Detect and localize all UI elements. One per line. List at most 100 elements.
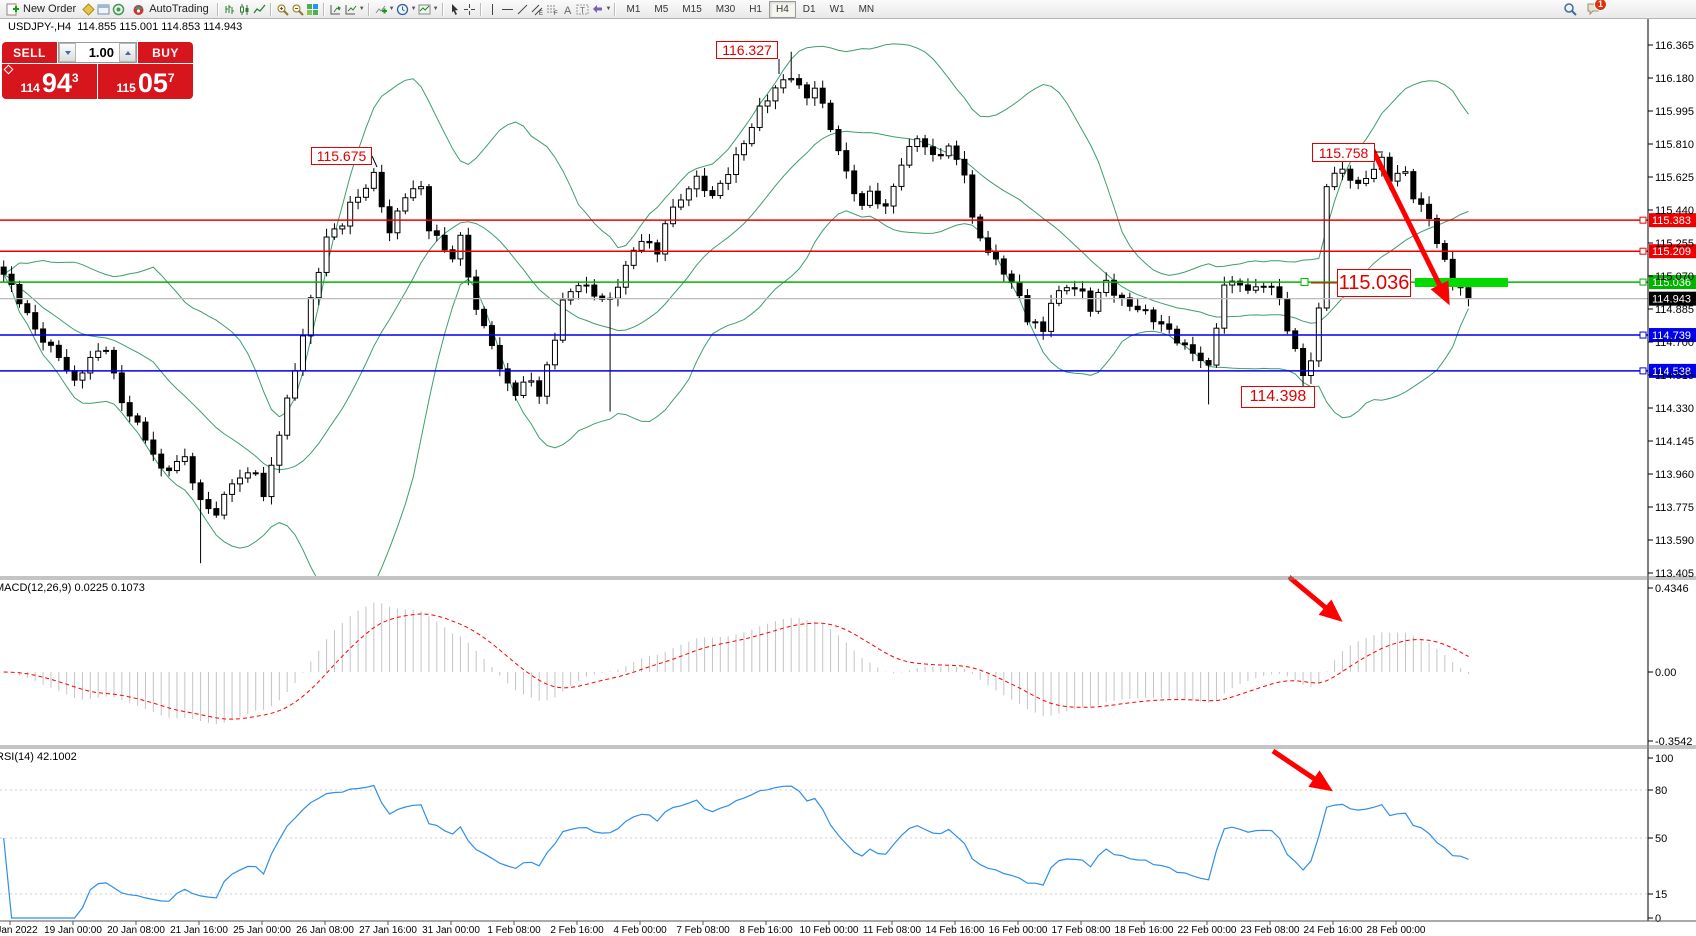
candle [1253,287,1258,290]
candle [1182,343,1187,345]
time-tick-label: 24 Feb 16:00 [1304,925,1363,936]
candle [584,285,589,286]
equidistant-channel-icon[interactable]: E [530,2,545,17]
time-tick-label: 31 Jan 00:00 [422,925,480,936]
new-order-button[interactable]: New Order [0,1,81,17]
periods-icon[interactable] [395,2,410,17]
candle [852,171,857,194]
candle [615,287,620,298]
price-callout-114398[interactable]: 114.398 [1241,386,1315,408]
indicators-icon[interactable] [373,2,388,17]
data-window-icon[interactable] [96,2,111,17]
bar-chart-icon[interactable] [222,2,237,17]
timeframe-button-m15[interactable]: M15 [675,1,708,18]
vertical-line-icon[interactable] [485,2,500,17]
candle [419,187,424,189]
sell-button[interactable]: SELL [2,42,57,63]
candle [340,226,345,229]
price-tick-label: 115.810 [1655,139,1694,151]
text-icon[interactable]: A [560,2,575,17]
timeframe-button-mn[interactable]: MN [852,1,882,18]
candle [1403,172,1408,174]
candlestick-icon[interactable] [237,2,252,17]
toolbar-separator [217,3,219,16]
price-tick-label: 115.070 [1655,271,1694,283]
buy-button[interactable]: BUY [138,42,193,63]
price-callout-116327[interactable]: 116.327 [716,41,778,59]
time-tick-label: 18 Feb 16:00 [1115,925,1174,936]
buy-price-small: 115 [116,79,135,97]
candle [1135,306,1140,309]
sell-price-sup: 3 [72,71,79,85]
candle [72,371,77,380]
candle [773,88,778,101]
rsi-scale-label: 80 [1655,785,1667,797]
notifications-icon[interactable]: 1 [1585,2,1600,17]
zoom-out-icon[interactable] [290,2,305,17]
sell-price[interactable]: 114943 [2,64,97,99]
tile-windows-icon[interactable] [305,2,320,17]
timeframe-button-m1[interactable]: M1 [619,1,647,18]
candle [1198,353,1203,360]
price-callout-115758[interactable]: 115.758 [1312,143,1375,162]
candle [639,241,644,250]
toolbar-separator [614,3,616,16]
volume-increase-button[interactable] [119,43,136,62]
price-tick-label: 115.625 [1655,172,1694,184]
timeframe-button-m30[interactable]: M30 [709,1,742,18]
crosshair-icon[interactable] [462,2,477,17]
navigator-icon[interactable] [111,2,126,17]
timeframe-button-w1[interactable]: W1 [823,1,852,18]
new-order-label: New Order [23,3,76,15]
time-tick-label: 7 Feb 08:00 [676,925,730,936]
arrows-caret-icon[interactable]: ▼ [606,6,612,12]
templates-caret-icon[interactable]: ▼ [433,6,439,12]
trendline-icon[interactable] [515,2,530,17]
timeframe-button-h1[interactable]: H1 [742,1,769,18]
timeframe-button-h4[interactable]: H4 [769,1,796,18]
horizontal-line-icon[interactable] [500,2,515,17]
timeframe-button-d1[interactable]: D1 [796,1,823,18]
templates-icon[interactable] [417,2,432,17]
time-tick-label: 19 Jan 00:00 [44,925,102,936]
candle [379,172,384,206]
candle [781,80,786,88]
candle [710,191,715,196]
candle [371,172,376,188]
candle [1175,329,1180,343]
fibonacci-icon[interactable]: F [545,2,560,17]
candle [883,204,888,206]
cursor-icon[interactable] [447,2,462,17]
arrows-tool-icon[interactable] [590,2,605,17]
volume-value[interactable]: 1.00 [76,43,119,62]
candle [48,342,53,345]
candle [56,345,61,357]
candle [285,398,290,435]
profiles-caret-icon[interactable]: ▼ [359,6,365,12]
level-handle [1640,248,1646,254]
price-callout-115675[interactable]: 115.675 [311,147,372,165]
candle [1119,295,1124,298]
search-icon[interactable] [1562,2,1577,17]
price-callout-115036[interactable]: 115.036 [1337,269,1411,297]
buy-price-sup: 7 [168,71,175,85]
candle [812,88,817,98]
zoom-in-icon[interactable] [275,2,290,17]
candle [970,175,975,217]
triangle-down-icon [65,51,71,55]
text-label-icon[interactable]: T [575,2,590,17]
candle [537,381,542,396]
level-handle [1301,279,1308,286]
mql-editor-icon[interactable] [81,2,96,17]
candle [915,139,920,147]
autotrading-button[interactable]: AutoTrading [126,1,214,17]
candle [946,146,951,156]
chart-canvas[interactable]: 115.383115.209115.036114.943114.739114.5… [0,0,1696,936]
new-chart-icon[interactable] [328,2,343,17]
profiles-icon[interactable] [343,2,358,17]
volume-decrease-button[interactable] [59,43,76,62]
timeframe-button-m5[interactable]: M5 [647,1,675,18]
candle [1324,187,1329,308]
line-chart-icon[interactable] [252,2,267,17]
buy-price[interactable]: 115057 [98,64,193,99]
